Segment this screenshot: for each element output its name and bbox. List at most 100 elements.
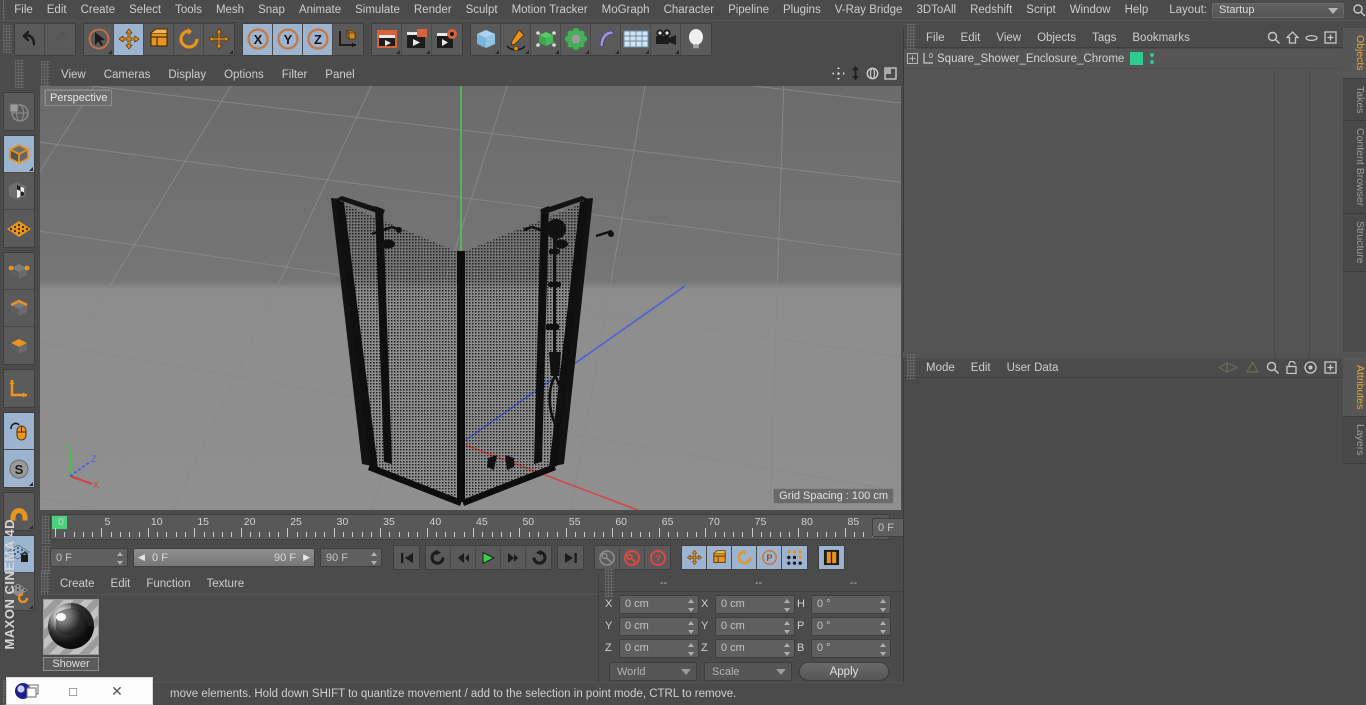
axis-mode-button[interactable] xyxy=(4,370,34,407)
move-tool[interactable] xyxy=(114,23,144,55)
enable-snap-button[interactable]: S xyxy=(4,450,34,487)
tab-takes[interactable]: Takes xyxy=(1343,78,1366,122)
attribute-manager-grip-handle[interactable] xyxy=(907,353,916,382)
redo-button[interactable] xyxy=(45,23,75,55)
object-manager-menu-bookmarks[interactable]: Bookmarks xyxy=(1124,28,1198,48)
lock-x-axis-button[interactable]: X xyxy=(243,23,273,55)
menu-item-simulate[interactable]: Simulate xyxy=(348,0,407,20)
autokeying-button[interactable] xyxy=(595,546,620,569)
menu-item-file[interactable]: File xyxy=(7,0,40,20)
add-bend-button[interactable] xyxy=(591,23,621,55)
coordinate-size-field[interactable]: 0 cm xyxy=(715,616,795,636)
object-manager-menu-tags[interactable]: Tags xyxy=(1084,28,1124,48)
object-tag-color[interactable] xyxy=(1130,52,1144,65)
viewport-rotate-icon[interactable] xyxy=(866,67,879,80)
object-manager-menu-file[interactable]: File xyxy=(918,28,953,48)
coordinate-system-dropdown[interactable]: World xyxy=(609,662,697,681)
viewport-menu-display[interactable]: Display xyxy=(159,65,215,85)
menu-item-plugins[interactable]: Plugins xyxy=(776,0,828,20)
model-mode-button[interactable] xyxy=(4,136,34,173)
add-generator-button[interactable] xyxy=(531,23,561,55)
coordinate-position-field[interactable]: 0 cm xyxy=(619,616,699,636)
search-icon[interactable] xyxy=(1267,31,1280,44)
live-selection-tool[interactable] xyxy=(84,23,114,55)
attribute-menu-user-data[interactable]: User Data xyxy=(999,358,1067,378)
timeline-filmstrip-button[interactable] xyxy=(819,546,844,569)
viewport-pan-icon[interactable] xyxy=(832,66,845,80)
tab-content-browser[interactable]: Content Browser xyxy=(1343,121,1366,215)
scale-tool[interactable] xyxy=(144,23,174,55)
coordinate-size-field[interactable]: 0 cm xyxy=(715,594,795,614)
menu-item-v-ray-bridge[interactable]: V-Ray Bridge xyxy=(828,0,910,20)
stepper-icon[interactable] xyxy=(880,598,887,612)
tab-layers[interactable]: Layers xyxy=(1343,417,1366,464)
menu-item-edit[interactable]: Edit xyxy=(40,0,74,20)
stepper-icon[interactable] xyxy=(117,552,124,565)
edges-mode-button[interactable] xyxy=(4,290,34,327)
object-row-square-shower-enclosure-chrome[interactable]: 0 Square_Shower_Enclosure_Chrome xyxy=(904,49,1344,69)
undo-button[interactable] xyxy=(15,23,45,55)
preview-range-bar[interactable]: ◀ 0 F 90 F ▶ xyxy=(133,548,315,567)
viewport-solo-button[interactable] xyxy=(4,413,34,450)
material-list-area[interactable]: Shower xyxy=(38,594,598,682)
viewport-menu-options[interactable]: Options xyxy=(215,65,273,85)
coordinate-mode-dropdown[interactable]: Scale xyxy=(704,662,792,681)
lock-z-axis-button[interactable]: Z xyxy=(303,23,333,55)
expand-tree-icon[interactable] xyxy=(907,53,918,64)
coordinate-position-field[interactable]: 0 cm xyxy=(619,638,699,658)
stepper-icon[interactable] xyxy=(784,642,791,656)
workplane-mode-button[interactable] xyxy=(4,210,34,247)
keyframe-selection-button[interactable]: ? xyxy=(645,546,670,569)
object-visibility-dots[interactable] xyxy=(1150,53,1155,64)
viewport-menu-panel[interactable]: Panel xyxy=(316,65,363,85)
toolbar-grip-handle[interactable] xyxy=(3,25,12,53)
step-forward-button[interactable] xyxy=(501,546,526,569)
object-name[interactable]: Square_Shower_Enclosure_Chrome xyxy=(937,53,1124,65)
material-menu-create[interactable]: Create xyxy=(52,574,103,594)
record-active-objects-button[interactable] xyxy=(620,546,645,569)
viewport-grip-handle[interactable] xyxy=(41,61,50,89)
menu-item-render[interactable]: Render xyxy=(407,0,459,20)
object-manager-menu-view[interactable]: View xyxy=(988,28,1029,48)
rotate-tool[interactable] xyxy=(174,23,204,55)
menu-item-redshift[interactable]: Redshift xyxy=(963,0,1019,20)
end-frame-field[interactable]: 90 F xyxy=(320,548,382,567)
menu-item-select[interactable]: Select xyxy=(122,0,168,20)
play-forward-loop-button[interactable] xyxy=(526,546,551,569)
menu-item-script[interactable]: Script xyxy=(1019,0,1062,20)
menu-item-character[interactable]: Character xyxy=(657,0,722,20)
attribute-menu-edit[interactable]: Edit xyxy=(963,358,999,378)
viewport-menu-view[interactable]: View xyxy=(52,65,95,85)
material-menu-edit[interactable]: Edit xyxy=(103,574,139,594)
tab-structure[interactable]: Structure xyxy=(1343,214,1366,272)
menu-item-window[interactable]: Window xyxy=(1063,0,1118,20)
parameter-key-button[interactable]: P xyxy=(757,546,782,569)
global-search-icon[interactable] xyxy=(1352,3,1366,17)
add-spline-button[interactable] xyxy=(501,23,531,55)
coordinate-size-field[interactable]: 0 cm xyxy=(715,638,795,658)
current-frame-field[interactable]: 0 F xyxy=(50,548,128,567)
attribute-body[interactable] xyxy=(904,379,1344,705)
history-forward-icon[interactable] xyxy=(1246,361,1259,374)
material-preview-shower[interactable] xyxy=(43,599,99,655)
attribute-menu-mode[interactable]: Mode xyxy=(918,358,963,378)
stepper-icon[interactable] xyxy=(688,598,695,612)
render-settings-button[interactable] xyxy=(432,23,462,55)
render-view-button[interactable] xyxy=(372,23,402,55)
menu-item-3dtoall[interactable]: 3DToAll xyxy=(909,0,963,20)
make-editable-button[interactable] xyxy=(4,93,34,130)
point-level-animation-button[interactable] xyxy=(782,546,807,569)
points-mode-button[interactable] xyxy=(4,253,34,290)
expand-icon[interactable] xyxy=(1324,31,1337,44)
world-object-coordinate-button[interactable] xyxy=(333,23,363,55)
stepper-icon[interactable] xyxy=(784,598,791,612)
search-icon[interactable] xyxy=(1266,361,1279,374)
add-deformer-button[interactable] xyxy=(561,23,591,55)
menu-item-tools[interactable]: Tools xyxy=(168,0,209,20)
scale-key-button[interactable] xyxy=(707,546,732,569)
range-left-arrow-icon[interactable]: ◀ xyxy=(138,552,145,563)
material-menu-texture[interactable]: Texture xyxy=(198,574,252,594)
add-camera-button[interactable] xyxy=(651,23,681,55)
timeline-ruler[interactable]: 051015202530354045505560657075808590 xyxy=(50,514,930,540)
menu-item-snap[interactable]: Snap xyxy=(251,0,292,20)
